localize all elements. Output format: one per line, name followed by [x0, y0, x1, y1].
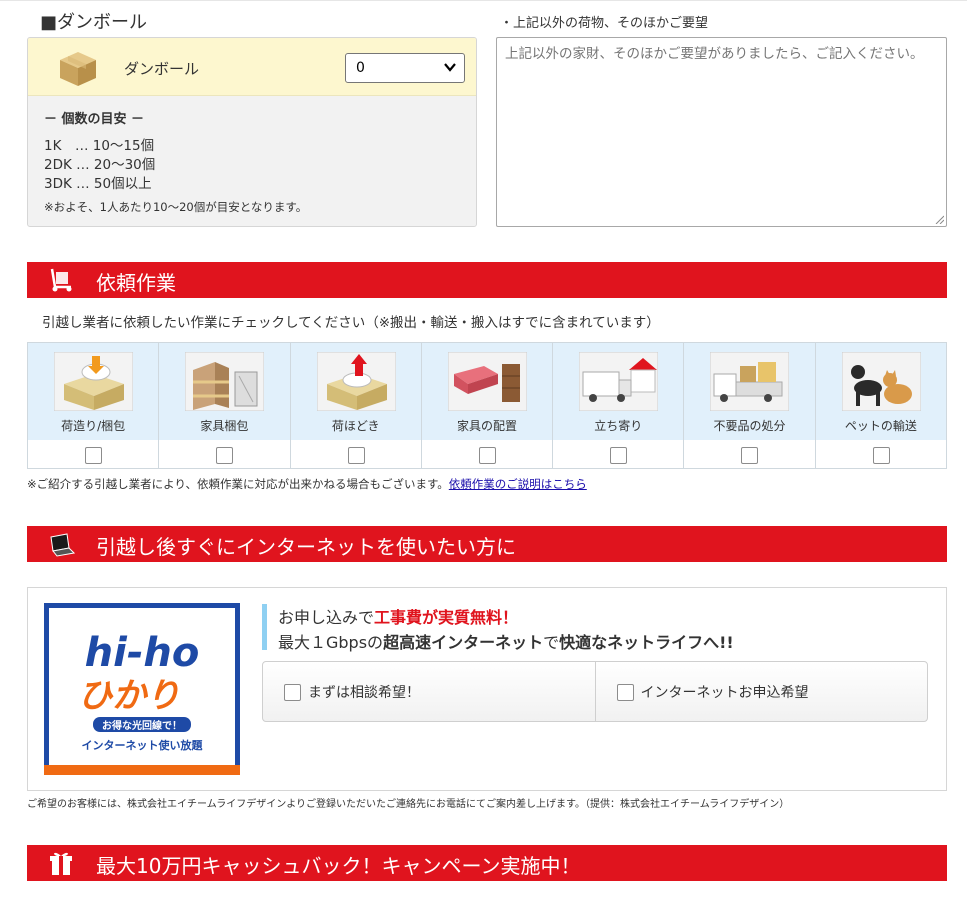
disposal-truck-illustration-icon — [710, 352, 790, 411]
internet-options: まずは相談希望！ インターネットお申込希望 — [262, 661, 928, 722]
other-items-textarea[interactable] — [496, 37, 947, 227]
box-count-value: 0 — [356, 60, 365, 76]
task-disposal[interactable]: 不要品の処分 — [684, 343, 816, 468]
task-label: 荷ほどき — [331, 419, 380, 433]
pet-illustration-icon — [841, 352, 921, 411]
option-apply-label: インターネットお申込希望 — [640, 685, 809, 701]
task-tile: 立ち寄り — [553, 343, 684, 440]
promo-prefix: お申し込みで — [278, 608, 375, 627]
promo2-a: 最大１Gbpsの — [278, 633, 384, 652]
task-note: ※ご紹介する引越し業者により、依頼作業に対応が出来かねる場合もございます。依頼作… — [27, 476, 587, 492]
guide-line: 1K … 10～15個 — [44, 138, 155, 154]
hiho-logo-badge: お得な光回線で！ — [102, 719, 182, 732]
task-grid: 荷造り/梱包 家具梱包 荷ほどき 家具の配置 立ち寄り 不要品の処分 ペットの輸… — [27, 342, 947, 469]
task-tile: 不要品の処分 — [684, 343, 815, 440]
task-tile: 荷ほどき — [290, 343, 421, 440]
furniture-packing-illustration-icon — [185, 352, 265, 411]
task-checkbox[interactable] — [85, 447, 102, 464]
guide-title: － 個数の目安 － — [44, 112, 145, 127]
campaign-title: 最大10万円キャッシュバック！キャンペーン実施中！ — [96, 854, 581, 878]
box-row: ダンボール 0 — [28, 38, 476, 96]
option-apply[interactable]: インターネットお申込希望 — [596, 662, 928, 721]
promo2-d: 快適なネットライフへ!! — [559, 633, 734, 652]
hiho-logo-art: hi-ho ひかり お得な光回線で！ インターネット使い放題 — [78, 630, 204, 752]
top-divider — [0, 0, 967, 2]
stopover-truck-illustration-icon — [579, 352, 659, 411]
task-tile: 家具の配置 — [421, 343, 553, 440]
task-pet-transport[interactable]: ペットの輸送 — [815, 343, 946, 468]
promo2-b: 超高速インターネット — [383, 633, 544, 652]
task-checkbox[interactable] — [216, 447, 234, 464]
furniture-placement-illustration-icon — [447, 352, 527, 411]
promo-line-1: お申し込みで工事費が実質無料！ — [278, 604, 518, 628]
hand-truck-icon — [50, 268, 72, 292]
task-checkbox[interactable] — [872, 447, 890, 464]
promo2-c: で — [543, 633, 560, 652]
hiho-logo-line2: ひかり — [78, 676, 180, 716]
chevron-down-icon — [444, 63, 456, 72]
tasks-title: 依頼作業 — [96, 271, 176, 295]
internet-header: 引越し後すぐにインターネットを使いたい方に — [27, 526, 947, 562]
hiho-logo-tagline: インターネット使い放題 — [82, 738, 204, 752]
box-heading: ■ダンボール — [40, 12, 148, 33]
campaign-header: 最大10万円キャッシュバック！キャンペーン実施中！ — [27, 845, 947, 881]
task-tile: 家具梱包 — [159, 343, 290, 440]
task-explanation-link[interactable]: 依頼作業のご説明はこちら — [449, 477, 587, 491]
task-tile: ペットの輸送 — [815, 343, 946, 440]
task-label: 不要品の処分 — [713, 419, 786, 433]
option-consultation-checkbox[interactable] — [284, 684, 301, 701]
task-furniture-placement[interactable]: 家具の配置 — [421, 343, 554, 468]
task-checkbox[interactable] — [347, 447, 365, 464]
option-apply-checkbox[interactable] — [616, 684, 634, 701]
task-checkbox[interactable] — [478, 447, 496, 464]
option-consultation[interactable]: まずは相談希望！ — [263, 662, 596, 721]
guide-line: 3DK … 50個以上 — [44, 176, 152, 192]
task-furniture-packing[interactable]: 家具梱包 — [159, 343, 291, 468]
guide-line: 2DK … 20～30個 — [44, 157, 156, 173]
internet-note: ご希望のお客様には、株式会社エイチームライフデザインよりご登録いただいたご連絡先… — [27, 799, 790, 810]
hiho-logo-inner: hi-ho ひかり お得な光回線で！ インターネット使い放題 — [49, 608, 235, 770]
box-label: ダンボール — [124, 60, 200, 78]
resize-grip-icon[interactable] — [934, 214, 944, 224]
guide-note: ※およそ、1人あたり10～20個が目安となります。 — [44, 200, 308, 214]
task-label: ペットの輸送 — [844, 419, 917, 433]
task-tile: 荷造り/梱包 — [28, 343, 159, 440]
tasks-header: 依頼作業 — [27, 262, 947, 298]
box-count-select[interactable]: 0 — [345, 53, 465, 83]
packing-illustration-icon — [54, 352, 133, 411]
task-checkbox[interactable] — [610, 447, 628, 464]
task-label: 家具梱包 — [200, 419, 249, 433]
task-label: 荷造り/梱包 — [61, 419, 126, 433]
hiho-hikari-logo[interactable]: hi-ho ひかり お得な光回線で！ インターネット使い放題 — [44, 603, 240, 775]
gift-icon — [50, 852, 72, 875]
option-consultation-label: まずは相談希望！ — [308, 685, 420, 701]
task-stopover[interactable]: 立ち寄り — [553, 343, 685, 468]
other-items-label: ・上記以外の荷物、そのほかご要望 — [500, 16, 709, 31]
tasks-intro: 引越し業者に依頼したい作業にチェックしてください（※搬出・輸送・搬入はすでに含ま… — [42, 315, 660, 331]
promo-accent-bar — [262, 604, 267, 650]
task-label: 家具の配置 — [456, 419, 517, 433]
internet-title: 引越し後すぐにインターネットを使いたい方に — [96, 535, 516, 559]
promo-highlight: 工事費が実質無料！ — [374, 608, 519, 627]
cardboard-box-icon — [60, 52, 96, 86]
hiho-logo-line1: hi-ho — [85, 630, 200, 676]
laptop-icon — [50, 533, 75, 557]
box-panel: ダンボール 0 － 個数の目安 － 1K … 10～15個 2DK … 20～3… — [27, 37, 477, 227]
promo-line-2: 最大１Gbpsの超高速インターネットで快適なネットライフへ!! — [278, 629, 734, 653]
task-packing[interactable]: 荷造り/梱包 — [28, 343, 160, 468]
task-label: 立ち寄り — [594, 419, 643, 433]
task-note-text: ※ご紹介する引越し業者により、依頼作業に対応が出来かねる場合もございます。 — [27, 477, 449, 491]
unpacking-illustration-icon — [316, 352, 396, 411]
task-checkbox[interactable] — [741, 447, 759, 464]
task-unpacking[interactable]: 荷ほどき — [290, 343, 422, 468]
hiho-logo-stripe — [44, 765, 240, 775]
